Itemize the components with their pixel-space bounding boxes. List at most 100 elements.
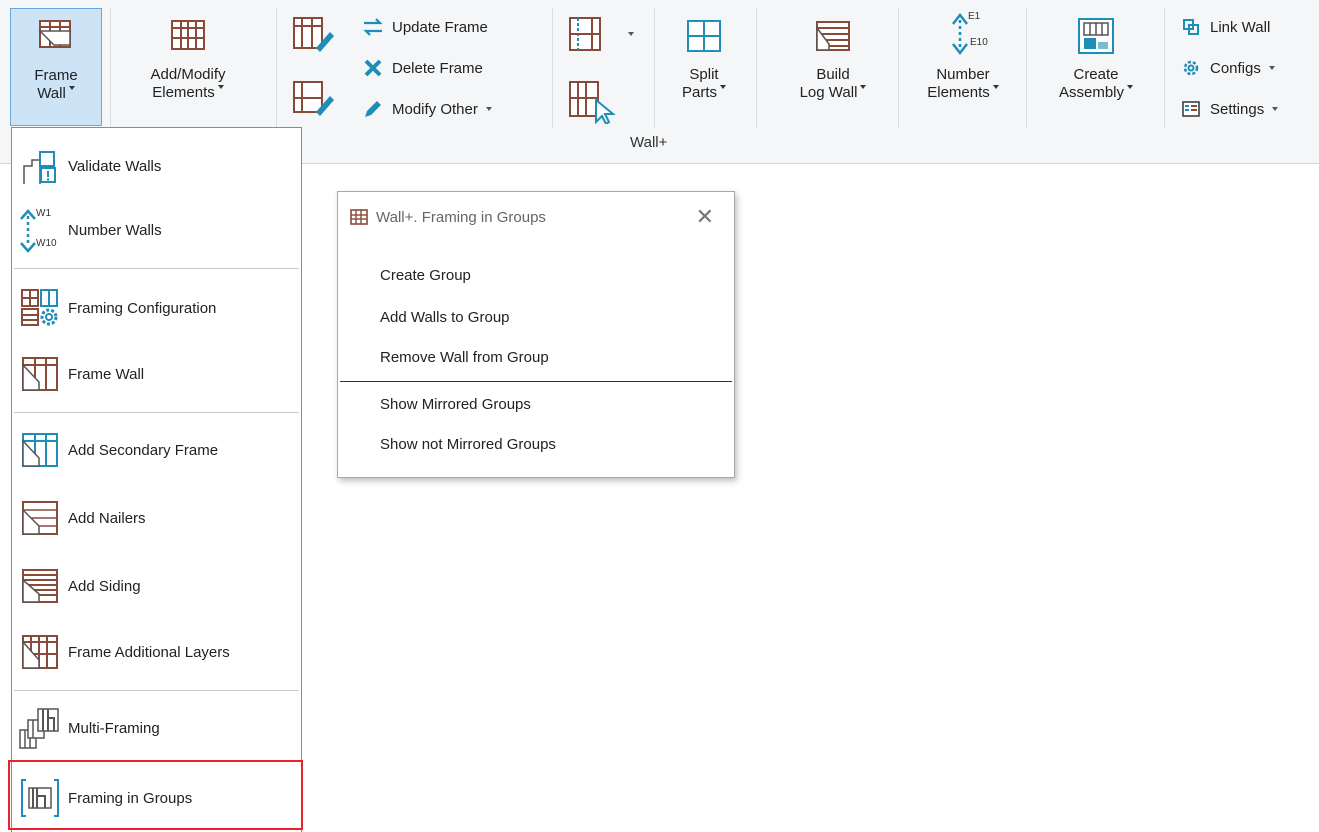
ribbon-separator <box>110 8 111 128</box>
split-parts-icon <box>687 20 721 52</box>
remove-wall-from-group-item[interactable]: Remove Wall from Group <box>380 349 549 366</box>
delete-frame-button[interactable]: Delete Frame <box>362 57 483 79</box>
chevron-down-icon <box>860 85 867 89</box>
menu-item-multi-framing[interactable]: Multi-Framing <box>12 704 301 752</box>
split-parts-button[interactable]: Split Parts <box>662 16 746 102</box>
link-wall-button[interactable]: Link Wall <box>1180 16 1270 38</box>
chevron-down-icon <box>217 85 224 89</box>
chevron-down-icon <box>1127 85 1134 89</box>
ribbon-separator <box>1164 8 1165 128</box>
number-walls-icon-top: W1 <box>36 208 51 219</box>
frame-wall-icon <box>38 20 71 48</box>
menu-item-label: Validate Walls <box>68 157 162 175</box>
create-assembly-label-2: Assembly <box>1058 84 1125 101</box>
update-frame-button[interactable]: Update Frame <box>362 16 488 38</box>
chevron-down-icon <box>68 86 75 90</box>
configs-label: Configs <box>1210 59 1261 77</box>
menu-divider <box>14 690 299 691</box>
select-frame-icon[interactable] <box>566 76 618 124</box>
pencil-icon <box>362 98 384 120</box>
update-frame-label: Update Frame <box>392 18 488 36</box>
edit-frame-icon[interactable] <box>290 12 336 56</box>
frame-wall-button[interactable]: Frame Wall <box>10 8 102 126</box>
additional-layers-icon <box>12 628 68 676</box>
number-walls-icon-bottom: W10 <box>36 238 57 249</box>
gear-icon <box>1180 57 1202 79</box>
add-modify-label-1: Add/Modify <box>150 66 226 83</box>
menu-divider <box>14 268 299 269</box>
swap-arrows-icon <box>362 16 384 38</box>
ribbon-separator <box>654 8 655 128</box>
add-modify-elements-button[interactable]: Add/Modify Elements <box>118 16 258 102</box>
build-log-wall-button[interactable]: Build Log Wall <box>778 16 888 102</box>
highlight-box <box>8 760 303 830</box>
show-not-mirrored-groups-item[interactable]: Show not Mirrored Groups <box>380 436 556 453</box>
secondary-frame-icon <box>12 426 68 474</box>
create-assembly-button[interactable]: Create Assembly <box>1036 16 1156 102</box>
ribbon-separator <box>898 8 899 128</box>
add-modify-label-2: Elements <box>152 84 215 101</box>
dialog-title-text: Wall+. Framing in Groups <box>376 208 546 226</box>
menu-item-add-nailers[interactable]: Add Nailers <box>12 494 301 542</box>
chevron-down-icon <box>992 85 999 89</box>
log-wall-icon <box>816 21 850 51</box>
number-elements-icon: E1 E10 <box>938 6 988 56</box>
siding-icon <box>12 562 68 610</box>
chevron-down-icon <box>1268 66 1275 70</box>
frame-wall-dropdown-menu: Validate Walls W1 W10 Number Walls Frami… <box>11 127 302 832</box>
menu-item-framing-configuration[interactable]: Framing Configuration <box>12 284 301 332</box>
frame-wall-icon <box>12 350 68 398</box>
multi-framing-icon <box>12 704 68 752</box>
ribbon-group-label: Wall+ <box>630 134 668 151</box>
settings-button[interactable]: Settings <box>1180 98 1279 120</box>
split-parts-label-1: Split <box>689 66 719 83</box>
add-modify-elements-icon <box>171 20 205 50</box>
number-elements-icon-bottom: E10 <box>970 37 988 48</box>
menu-item-frame-additional-layers[interactable]: Frame Additional Layers <box>12 628 301 676</box>
delete-x-icon <box>362 57 384 79</box>
menu-item-add-secondary-frame[interactable]: Add Secondary Frame <box>12 426 301 474</box>
number-elements-button[interactable]: E1 E10 Number Elements <box>908 6 1018 102</box>
add-walls-to-group-item[interactable]: Add Walls to Group <box>380 309 510 326</box>
ribbon-separator <box>276 8 277 128</box>
secondary-frame-icon[interactable] <box>566 12 610 56</box>
menu-item-label: Frame Wall <box>68 365 145 383</box>
number-walls-icon: W1 W10 <box>12 206 68 254</box>
menu-item-validate-walls[interactable]: Validate Walls <box>12 142 301 190</box>
menu-item-frame-wall[interactable]: Frame Wall <box>12 350 301 398</box>
show-mirrored-groups-item[interactable]: Show Mirrored Groups <box>380 396 531 413</box>
framing-groups-icon <box>350 209 368 225</box>
menu-item-number-walls[interactable]: W1 W10 Number Walls <box>12 206 301 254</box>
chevron-down-icon <box>720 85 726 89</box>
frame-wall-label-1: Frame <box>34 67 78 84</box>
close-icon[interactable]: ✕ <box>696 204 714 230</box>
menu-item-label: Add Secondary Frame <box>68 441 219 459</box>
chevron-down-icon <box>485 107 492 111</box>
menu-item-add-siding[interactable]: Add Siding <box>12 562 301 610</box>
chevron-down-icon <box>1272 107 1279 111</box>
menu-item-label: Add Nailers <box>68 509 146 527</box>
menu-item-label: Number Walls <box>68 221 162 239</box>
modify-other-button[interactable]: Modify Other <box>362 98 492 120</box>
number-elements-label-2: Elements <box>927 84 990 101</box>
menu-item-label: Add Siding <box>68 577 141 595</box>
create-assembly-label-1: Create <box>1073 66 1119 83</box>
number-elements-label-1: Number <box>936 66 990 83</box>
ribbon-separator <box>552 8 553 128</box>
menu-divider <box>14 412 299 413</box>
configs-button[interactable]: Configs <box>1180 57 1275 79</box>
assembly-icon <box>1078 18 1114 54</box>
menu-item-label: Framing Configuration <box>68 299 217 317</box>
framing-configuration-icon <box>12 284 68 332</box>
settings-label: Settings <box>1210 100 1265 118</box>
build-log-wall-label-1: Build <box>816 66 850 83</box>
framing-in-groups-dialog: Wall+. Framing in Groups ✕ Create Group … <box>337 191 735 478</box>
dialog-divider <box>340 381 732 382</box>
chevron-down-icon[interactable] <box>628 32 634 36</box>
create-group-item[interactable]: Create Group <box>380 267 471 284</box>
nailers-icon <box>12 494 68 542</box>
edit-frame-alt-icon[interactable] <box>290 76 336 120</box>
menu-item-label: Frame Additional Layers <box>68 643 230 661</box>
ribbon-separator <box>1026 8 1027 128</box>
validate-walls-icon <box>12 142 68 190</box>
